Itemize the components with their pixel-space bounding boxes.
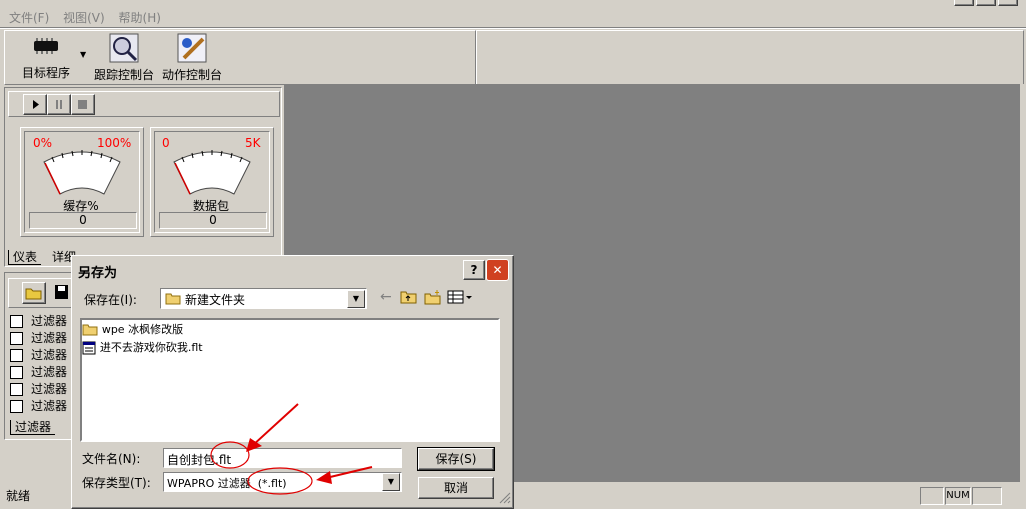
play-button[interactable]	[23, 94, 47, 115]
window-close-button[interactable]	[998, 0, 1018, 6]
filter-checkbox[interactable]	[10, 332, 23, 345]
action-console-button[interactable]: 动作控制台	[159, 32, 225, 82]
stop-button[interactable]	[71, 94, 95, 115]
packet-gauge-min: 0	[162, 136, 170, 150]
resize-grip-icon[interactable]	[497, 490, 511, 504]
packet-gauge-value: 0	[159, 212, 267, 229]
action-console-label: 动作控制台	[161, 68, 222, 82]
menu-file[interactable]: 文件(F)	[4, 10, 54, 26]
magnifier-icon	[109, 33, 139, 63]
menu-help[interactable]: 帮助(H)	[114, 10, 166, 26]
right-edge	[1020, 84, 1026, 482]
folder-icon	[82, 324, 98, 336]
toolbar-right-area	[476, 30, 1024, 85]
stop-icon	[78, 100, 87, 109]
pause-button[interactable]	[47, 94, 71, 115]
filename-input[interactable]: 自创封包.flt	[163, 448, 402, 468]
menu-view[interactable]: 视图(V)	[58, 10, 110, 26]
new-folder-icon[interactable]	[424, 289, 442, 305]
filename-label: 文件名(N):	[82, 452, 141, 466]
dialog-help-button[interactable]: ?	[463, 260, 485, 280]
file-item-folder[interactable]: wpe 冰枫修改版	[82, 321, 183, 337]
target-program-button[interactable]: 目标程序	[14, 34, 78, 80]
dialog-close-button[interactable]: ✕	[486, 259, 509, 281]
dialog-title: 另存为	[78, 262, 118, 281]
buffer-gauge-dial	[43, 150, 121, 195]
window-maximize-button[interactable]	[976, 0, 996, 6]
cancel-button[interactable]: 取消	[418, 477, 494, 499]
file-icon	[82, 341, 96, 354]
trace-console-button[interactable]: 跟踪控制台	[93, 32, 155, 82]
edit-icon	[177, 33, 207, 63]
filter-checkbox[interactable]	[10, 315, 23, 328]
save-in-combo[interactable]: 新建文件夹 ▼	[160, 288, 367, 309]
trace-console-label: 跟踪控制台	[93, 68, 154, 82]
target-dropdown-arrow-icon[interactable]: ▼	[80, 50, 86, 59]
window-minimize-button[interactable]	[954, 0, 974, 6]
pause-icon	[56, 100, 62, 109]
chevron-down-icon[interactable]: ▼	[382, 473, 400, 491]
menu-separator	[0, 27, 1026, 29]
save-in-label: 保存在(I):	[84, 293, 137, 307]
filetype-label: 保存类型(T):	[82, 476, 151, 490]
status-cell-1	[920, 487, 944, 505]
view-menu-icon[interactable]	[447, 290, 473, 304]
status-text: 就绪	[6, 489, 31, 503]
status-cell-3	[972, 487, 1002, 505]
open-filter-button[interactable]	[22, 282, 46, 304]
play-icon	[33, 100, 39, 109]
up-folder-icon[interactable]	[400, 289, 418, 305]
target-program-label: 目标程序	[21, 66, 70, 80]
open-folder-icon	[25, 288, 42, 300]
file-item-flt[interactable]: 进不去游戏你砍我.flt	[82, 339, 203, 355]
save-icon	[55, 285, 68, 299]
filetype-combo[interactable]: WPAPRO 过滤器 (*.flt) ▼	[163, 472, 402, 492]
folder-icon	[165, 293, 181, 305]
save-filter-button[interactable]	[50, 282, 72, 302]
filter-checkbox[interactable]	[10, 349, 23, 362]
status-num: NUM	[945, 487, 971, 505]
tab-instrument[interactable]: 仪表	[8, 250, 42, 265]
filter-checkbox[interactable]	[10, 383, 23, 396]
menu-bar: 文件(F) 视图(V) 帮助(H)	[4, 10, 166, 26]
tab-filters[interactable]: 过滤器	[10, 420, 56, 435]
filter-checkbox[interactable]	[10, 400, 23, 413]
buffer-gauge-value: 0	[29, 212, 137, 229]
chip-icon	[34, 38, 58, 54]
packet-gauge-dial	[173, 150, 251, 195]
filter-checkbox[interactable]	[10, 366, 23, 379]
chevron-down-icon[interactable]: ▼	[347, 290, 365, 308]
save-button[interactable]: 保存(S)	[417, 447, 495, 471]
back-arrow-icon[interactable]: ←	[380, 289, 392, 305]
